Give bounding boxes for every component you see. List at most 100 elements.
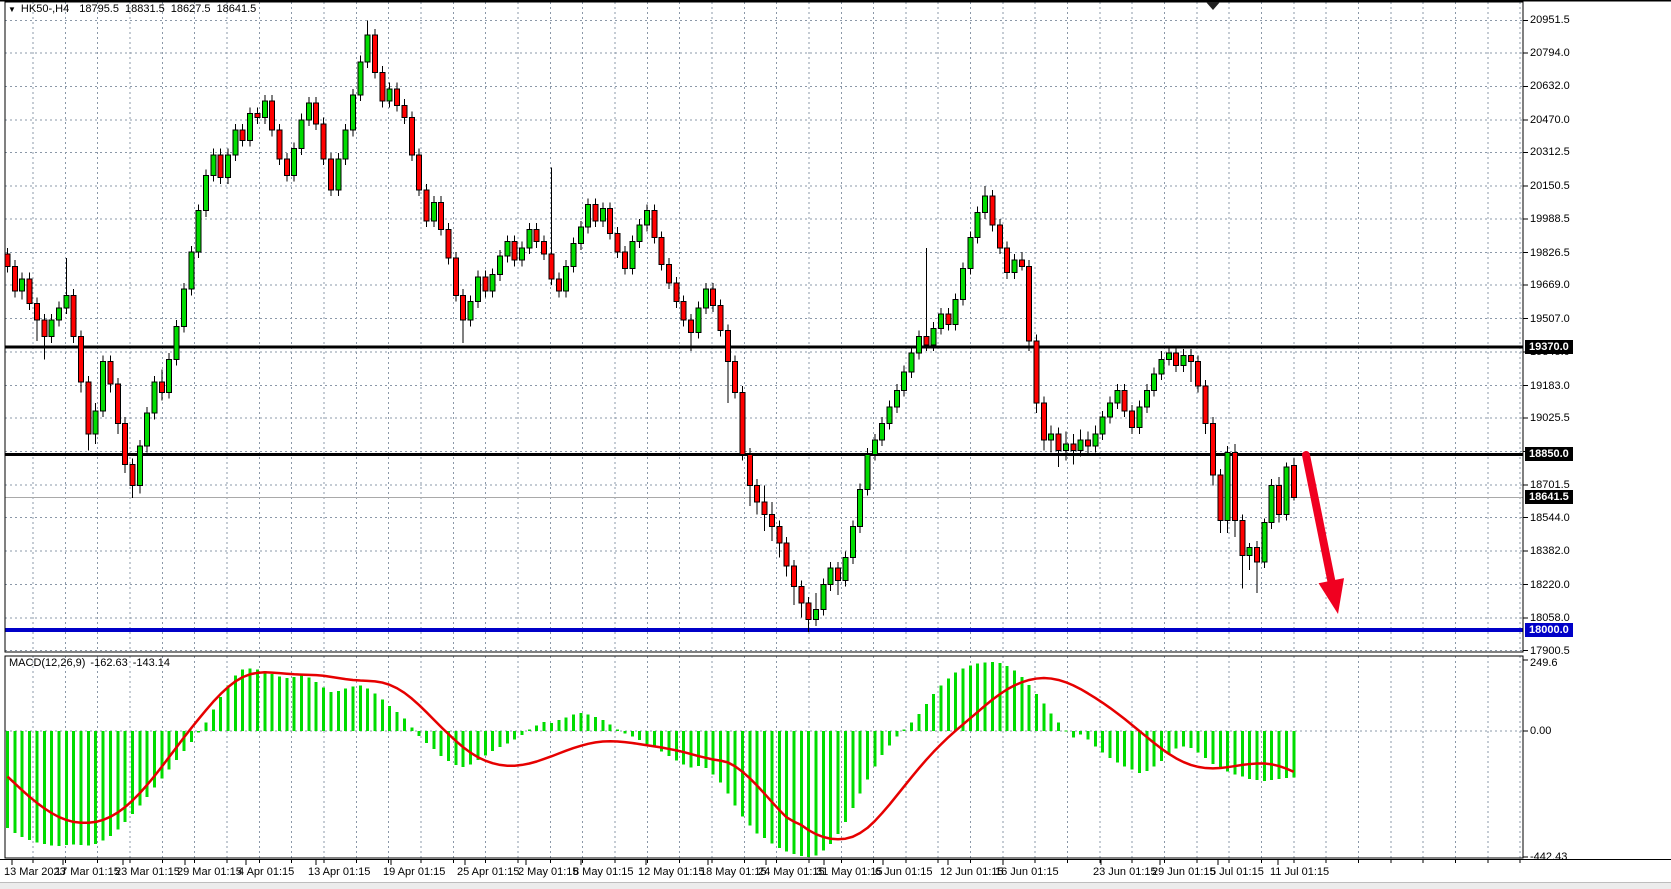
macd-histogram-bar [983, 662, 987, 731]
macd-histogram-bar [616, 729, 620, 731]
macd-histogram-bar [300, 675, 303, 731]
candle [364, 34, 371, 63]
trend-arrow-shaft[interactable] [1302, 451, 1336, 585]
macd-histogram-bar [1020, 676, 1024, 731]
candle [210, 154, 217, 177]
time-axis-label: 12 May 01:15 [638, 866, 705, 878]
candle [651, 210, 658, 239]
candle [790, 565, 797, 588]
macd-histogram-bar [1255, 731, 1259, 781]
candle [680, 301, 687, 321]
candle [548, 253, 555, 280]
macd-histogram-bar [1012, 670, 1016, 731]
candle [835, 567, 842, 581]
trend-arrow-head[interactable] [1318, 578, 1345, 614]
candle [298, 119, 305, 150]
macd-histogram-bar [924, 703, 928, 731]
chart-title: ▼ HK50-,H4 18795.5 18831.5 18627.5 18641.5 [8, 3, 262, 15]
candle [489, 274, 496, 292]
candle [1011, 259, 1018, 274]
macd-histogram-bar [1218, 731, 1222, 769]
candle [114, 383, 121, 424]
candle [886, 406, 893, 424]
candle [349, 94, 356, 131]
macd-current-value: -162.63 [90, 657, 128, 669]
macd-histogram-bar [498, 731, 502, 747]
candle [1158, 358, 1165, 375]
candle [688, 319, 695, 334]
macd-histogram-bar [226, 685, 230, 731]
price-axis-label: 20312.5 [1530, 146, 1570, 159]
macd-histogram-bar [366, 688, 370, 731]
candle [776, 526, 783, 544]
candle [467, 301, 474, 321]
candle [70, 294, 77, 338]
candle [1107, 402, 1113, 418]
candle [901, 371, 908, 391]
macd-histogram-bar [520, 731, 524, 735]
macd-histogram-bar [711, 731, 715, 775]
macd-histogram-bar [1005, 666, 1009, 731]
candle [1180, 354, 1187, 367]
macd-histogram-bar [829, 731, 833, 844]
candle [63, 294, 70, 309]
price-axis-label: 18701.5 [1530, 479, 1570, 492]
candle [438, 201, 445, 230]
macd-histogram-bar [1226, 731, 1230, 772]
price-axis-label: 20794.0 [1530, 46, 1570, 59]
candle [960, 268, 966, 300]
macd-histogram-bar [483, 731, 487, 756]
macd-histogram-bar [336, 690, 340, 731]
candle [1055, 433, 1062, 451]
macd-histogram-bar [792, 731, 796, 855]
macd-histogram-bar [380, 699, 384, 731]
macd-histogram-bar [1027, 684, 1031, 731]
macd-histogram-bar [189, 731, 193, 742]
candle [482, 276, 489, 292]
candle [739, 391, 746, 455]
macd-histogram-bar [358, 685, 362, 731]
macd-histogram-bar [557, 720, 561, 731]
macd-histogram-bar [79, 731, 83, 845]
candle [107, 360, 114, 385]
macd-histogram-bar [763, 731, 767, 838]
candle [158, 381, 165, 393]
candle [379, 71, 386, 102]
candle [217, 154, 224, 179]
candle [636, 224, 643, 243]
macd-histogram-bar [785, 731, 789, 852]
candle [732, 360, 739, 393]
candle [1026, 265, 1033, 342]
trend-arrow[interactable] [1302, 451, 1345, 614]
macd-histogram-bar [865, 731, 869, 780]
macd-histogram-bar [1101, 731, 1105, 753]
candle [717, 305, 724, 331]
macd-histogram-bar [491, 731, 495, 751]
macd-histogram-bar [542, 721, 546, 731]
price-axis-label: 17900.5 [1530, 644, 1570, 657]
macd-histogram-bar [814, 731, 818, 856]
candle [144, 412, 151, 447]
macd-histogram-bar [895, 731, 899, 737]
macd-histogram-bar [1137, 731, 1141, 773]
macd-signal-line [6, 671, 1295, 841]
macd-histogram-bar [1204, 731, 1208, 759]
candle [1092, 433, 1099, 447]
price-chart [0, 0, 1671, 865]
candle [430, 201, 437, 222]
macd-histogram-bar [755, 731, 759, 834]
candle [702, 288, 709, 309]
symbol-dropdown-icon[interactable]: ▼ [8, 5, 16, 14]
candle [937, 313, 944, 329]
candle [1099, 416, 1106, 435]
candle [423, 189, 430, 222]
candle [401, 104, 408, 119]
macd-histogram-bar [439, 731, 443, 757]
macd-histogram-bar [1196, 731, 1200, 753]
price-axis-label: 18382.0 [1530, 545, 1570, 558]
candle [460, 294, 467, 321]
macd-histogram-bar [42, 731, 46, 845]
macd-histogram-bar [1167, 731, 1171, 754]
macd-histogram-bar [373, 693, 377, 731]
candle [445, 228, 452, 259]
